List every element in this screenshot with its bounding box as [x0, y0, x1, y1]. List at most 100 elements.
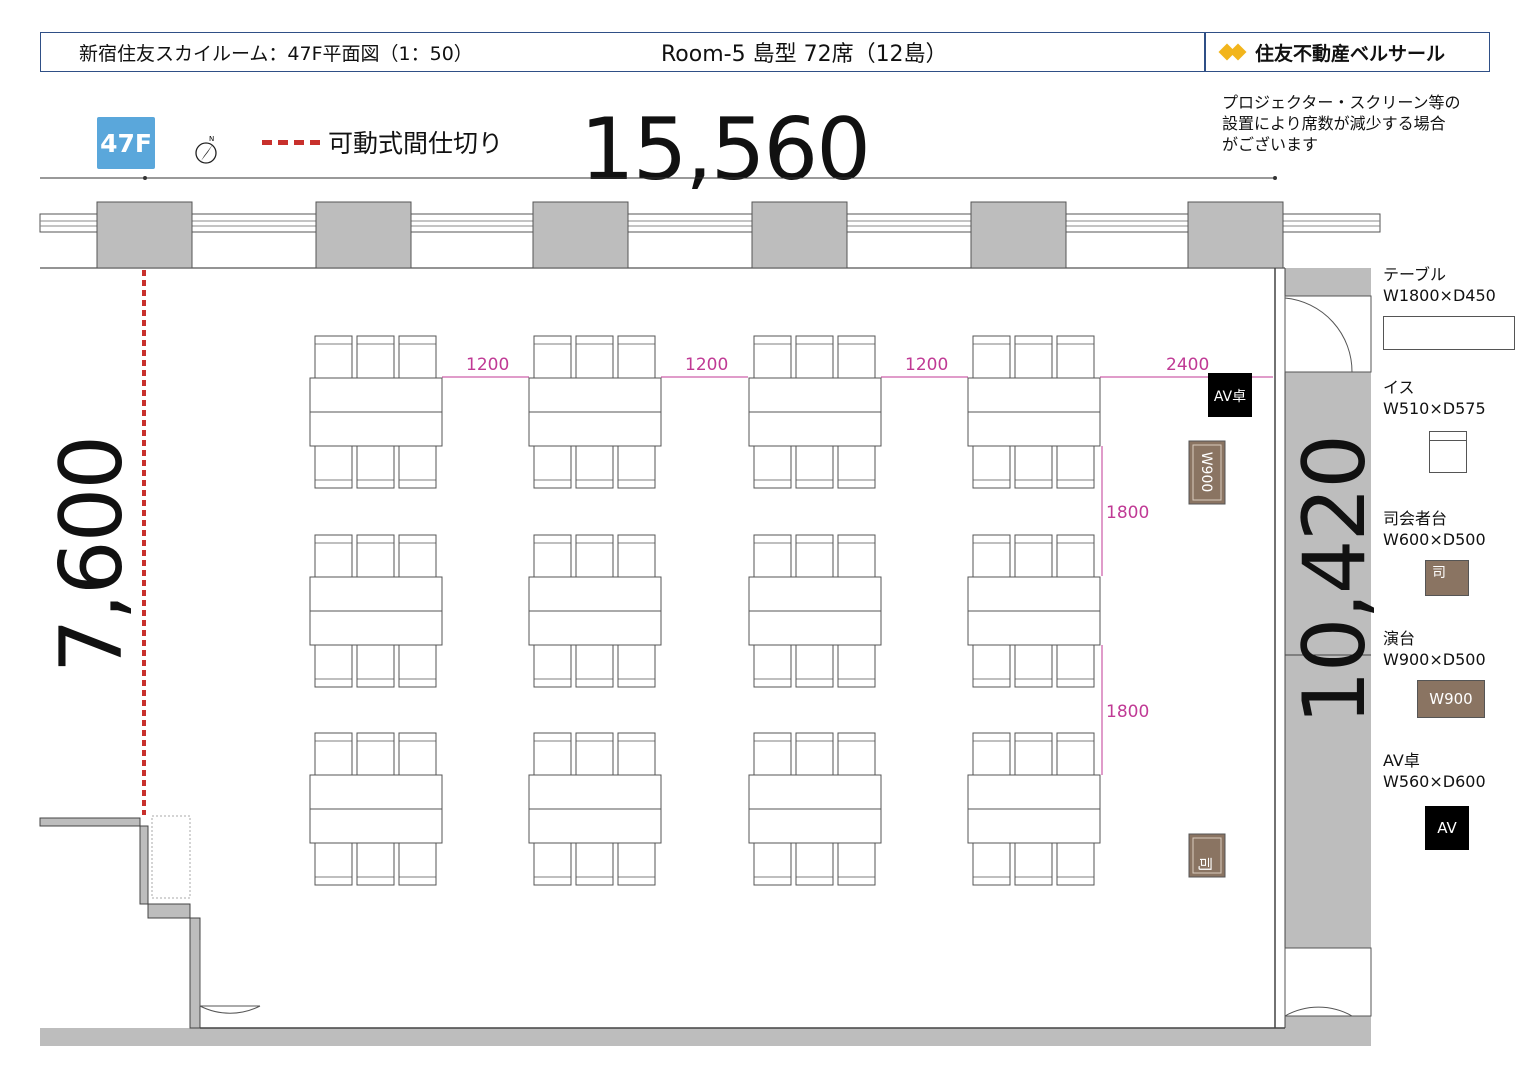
- pillars: [96, 201, 1284, 269]
- chair: [356, 534, 395, 578]
- chair: [533, 445, 572, 489]
- chair: [972, 335, 1011, 379]
- chair: [314, 644, 353, 688]
- chair: [356, 842, 395, 886]
- table: [967, 411, 1101, 447]
- chair: [398, 445, 437, 489]
- av-desk-label: AV卓: [1214, 389, 1246, 405]
- legend-chair-name: イス: [1383, 378, 1415, 397]
- legend-chair-size: W510×D575: [1383, 399, 1486, 418]
- table: [528, 576, 662, 612]
- chair: [1014, 445, 1053, 489]
- table-island: [967, 534, 1101, 688]
- chair: [617, 644, 656, 688]
- chair: [575, 842, 614, 886]
- chair: [356, 644, 395, 688]
- chair: [398, 842, 437, 886]
- chair: [617, 732, 656, 776]
- table-island: [967, 732, 1101, 886]
- chair: [356, 445, 395, 489]
- chair: [972, 534, 1011, 578]
- table: [748, 576, 882, 612]
- chair: [356, 335, 395, 379]
- legend-mc: 司会者台 W600×D500 司: [1383, 508, 1486, 596]
- table-island: [528, 732, 662, 886]
- table: [748, 377, 882, 413]
- table: [748, 808, 882, 844]
- table-island: [309, 534, 443, 688]
- podium-icon: W900: [1417, 680, 1485, 718]
- chair: [837, 842, 876, 886]
- pillar: [532, 201, 629, 269]
- chair: [617, 335, 656, 379]
- chair: [795, 732, 834, 776]
- chair: [398, 732, 437, 776]
- legend-table-name: テーブル: [1383, 265, 1447, 284]
- chair: [617, 445, 656, 489]
- chair: [753, 534, 792, 578]
- table-island: [309, 335, 443, 489]
- chair: [795, 842, 834, 886]
- table: [748, 411, 882, 447]
- table: [309, 808, 443, 844]
- table-island: [967, 335, 1101, 489]
- row-dimension: 1800: [1106, 503, 1149, 523]
- table: [309, 411, 443, 447]
- chair: [837, 335, 876, 379]
- table-island: [309, 732, 443, 886]
- legend-av-name: AV卓: [1383, 751, 1420, 770]
- table: [528, 411, 662, 447]
- pillar: [1187, 201, 1284, 269]
- table-island: [528, 534, 662, 688]
- chair: [575, 534, 614, 578]
- chair: [753, 335, 792, 379]
- legend-mc-name: 司会者台: [1383, 509, 1448, 528]
- table: [967, 610, 1101, 646]
- table-island: [748, 335, 882, 489]
- chair: [314, 335, 353, 379]
- legend-chair: イス W510×D575: [1383, 377, 1486, 473]
- chair: [575, 335, 614, 379]
- table-islands: [309, 335, 1101, 886]
- legend-av-size: W560×D600: [1383, 772, 1486, 791]
- depth-dimension-right: 10,420: [1285, 436, 1385, 725]
- mc-stand-icon: 司: [1425, 560, 1469, 596]
- chair: [314, 842, 353, 886]
- chair: [972, 842, 1011, 886]
- podium-label: W900: [1198, 452, 1214, 493]
- table: [967, 576, 1101, 612]
- chair: [1014, 644, 1053, 688]
- gap-dimension: 1200: [685, 355, 728, 375]
- chair: [398, 534, 437, 578]
- table: [309, 377, 443, 413]
- chair: [753, 842, 792, 886]
- chair: [1056, 335, 1095, 379]
- chair: [533, 534, 572, 578]
- chair: [1014, 842, 1053, 886]
- chair-icon: [1429, 431, 1467, 473]
- room-walls: [39, 268, 1372, 1046]
- table: [528, 610, 662, 646]
- chair: [837, 445, 876, 489]
- chair: [837, 732, 876, 776]
- gap-dimension: 1200: [466, 355, 509, 375]
- chair: [398, 335, 437, 379]
- chair: [795, 335, 834, 379]
- chair: [1014, 335, 1053, 379]
- pillar: [315, 201, 412, 269]
- table: [967, 774, 1101, 810]
- table: [748, 610, 882, 646]
- chair: [1056, 644, 1095, 688]
- mc-stand: 司: [1188, 833, 1226, 878]
- chair: [753, 445, 792, 489]
- chair: [972, 644, 1011, 688]
- chair: [972, 732, 1011, 776]
- chair: [617, 534, 656, 578]
- pillar: [970, 201, 1067, 269]
- legend-av: AV卓 W560×D600 AV: [1383, 750, 1486, 850]
- legend-table: テーブル W1800×D450: [1383, 264, 1515, 350]
- table-island: [528, 335, 662, 489]
- av-desk: AV卓: [1208, 373, 1252, 417]
- table: [967, 808, 1101, 844]
- chair: [533, 732, 572, 776]
